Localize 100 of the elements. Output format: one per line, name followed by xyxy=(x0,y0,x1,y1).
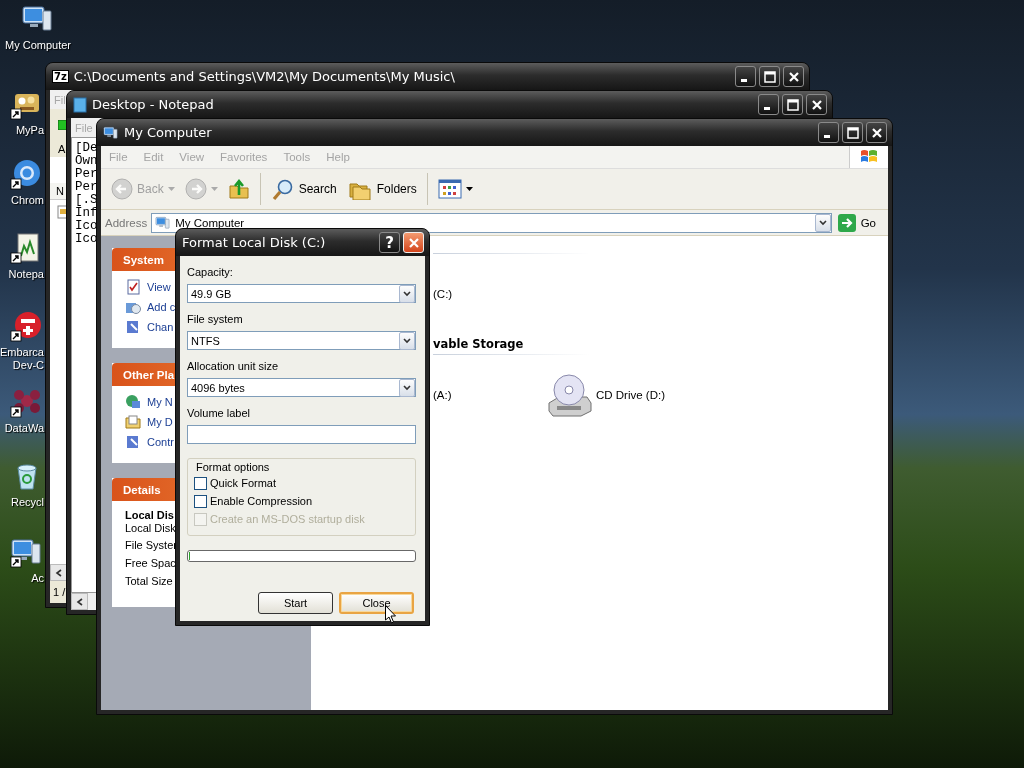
status-text: 1 / xyxy=(53,586,66,598)
detail-text: Total Size xyxy=(125,574,173,589)
help-button[interactable]: ? xyxy=(379,232,400,253)
computer-icon xyxy=(103,124,119,141)
field-label: Allocation unit size xyxy=(187,360,280,373)
scroll-left-button[interactable] xyxy=(71,593,88,610)
minimize-icon xyxy=(824,135,830,138)
drive-item[interactable]: (A:) xyxy=(433,389,545,401)
network-globe-icon xyxy=(125,394,141,410)
text-line: Per xyxy=(75,181,98,194)
maximize-icon xyxy=(762,69,777,84)
section-header: vable Storage xyxy=(433,338,525,351)
search-icon xyxy=(270,178,295,200)
text-field[interactable] xyxy=(187,425,416,444)
document-folder-icon xyxy=(125,414,141,430)
search-button[interactable]: Search xyxy=(266,176,341,202)
desktop-icon-label[interactable]: Recycl xyxy=(11,496,44,509)
detail-text: Free Spac xyxy=(125,556,176,571)
control-panel-icon xyxy=(125,434,141,450)
task-link[interactable]: My D xyxy=(125,412,173,432)
column-header-label: N xyxy=(56,185,64,197)
minimize-button[interactable] xyxy=(758,94,779,115)
chevron-down-icon xyxy=(817,218,828,227)
folders-button[interactable]: Folders xyxy=(342,176,421,202)
text-line: Per xyxy=(75,168,98,181)
text-line: Own xyxy=(75,155,98,168)
checkbox-label[interactable]: Quick Format xyxy=(210,477,276,489)
detail-heading: Local Dis xyxy=(125,509,174,521)
field-label: Capacity: xyxy=(187,266,234,279)
task-link[interactable]: Add c xyxy=(125,297,176,317)
dropdown-field[interactable]: 49.9 GB xyxy=(187,284,416,303)
maximize-button[interactable] xyxy=(842,122,863,143)
close-button[interactable] xyxy=(806,94,827,115)
close-icon xyxy=(869,125,884,140)
desktop-icon-label[interactable]: Ac xyxy=(31,572,44,585)
dropdown-button[interactable] xyxy=(814,213,831,232)
minimize-button[interactable] xyxy=(818,122,839,143)
text-line: Inf xyxy=(75,207,98,220)
text-line: [De xyxy=(75,142,98,155)
close-button[interactable] xyxy=(866,122,887,143)
group-label: Format options xyxy=(196,461,271,474)
address-label: A xyxy=(58,142,66,155)
close-icon xyxy=(786,69,801,84)
control-panel-icon xyxy=(125,319,141,335)
go-button[interactable]: Go xyxy=(835,213,884,232)
minimize-icon xyxy=(741,79,747,82)
view-grid-icon xyxy=(437,178,462,200)
drive-item[interactable]: CD Drive (D:) xyxy=(545,373,888,417)
checkbox-label[interactable]: Enable Compression xyxy=(210,495,313,507)
checkbox[interactable] xyxy=(194,476,207,490)
dialog-button[interactable]: Close xyxy=(339,592,414,614)
desktop-icon-label[interactable]: Chrom xyxy=(11,194,44,207)
column-header[interactable]: N xyxy=(50,183,66,200)
address-label: Address xyxy=(105,216,148,229)
checkbox[interactable] xyxy=(194,494,207,508)
drive-item[interactable]: (C:) xyxy=(433,288,545,300)
close-icon xyxy=(809,97,824,112)
caret-icon xyxy=(465,186,473,192)
dropdown-button[interactable] xyxy=(399,284,415,303)
dropdown-field[interactable]: NTFS xyxy=(187,331,416,350)
window-title: Format Local Disk (C:) xyxy=(182,235,327,250)
computer-icon[interactable] xyxy=(10,536,44,568)
address-field[interactable]: My Computer xyxy=(151,212,832,233)
minimize-button[interactable] xyxy=(735,66,756,87)
caret-icon xyxy=(167,186,175,192)
window-title: Desktop - Notepad xyxy=(92,97,215,112)
task-link[interactable]: My N xyxy=(125,392,173,412)
desktop-icon-label[interactable]: Notepa xyxy=(8,268,44,281)
cd-drive-icon xyxy=(545,373,593,417)
computer-icon xyxy=(155,214,172,231)
detail-text: Local Disk xyxy=(125,521,176,535)
dropdown-button[interactable] xyxy=(399,331,415,350)
minimize-icon xyxy=(764,107,770,110)
maximize-button[interactable] xyxy=(759,66,780,87)
window-title: C:\Documents and Settings\VM2\My Documents\My Music\ xyxy=(73,69,456,84)
field-label: File system xyxy=(187,313,244,326)
task-link[interactable]: Chan xyxy=(125,317,174,337)
dropdown-button[interactable] xyxy=(399,378,415,397)
close-icon xyxy=(406,235,421,250)
dialog-button[interactable]: Start xyxy=(258,592,333,614)
desktop-icon-label[interactable]: DataWa xyxy=(4,422,44,435)
dropdown-field[interactable]: 4096 bytes xyxy=(187,378,416,397)
folder-up-icon xyxy=(227,178,250,200)
maximize-button[interactable] xyxy=(782,94,803,115)
task-link[interactable]: View xyxy=(125,277,171,297)
desktop-icon-label[interactable]: Embarca Dev-C xyxy=(0,346,44,372)
app-badge: 7z xyxy=(52,70,69,83)
chevron-down-icon xyxy=(402,336,412,345)
maximize-icon xyxy=(845,125,860,140)
window-title: My Computer xyxy=(124,125,213,140)
task-link[interactable]: Contr xyxy=(125,432,174,452)
caret-icon xyxy=(210,186,218,192)
circle-logo-icon[interactable] xyxy=(10,310,44,342)
desktop-icon-label[interactable]: MyPa xyxy=(15,124,44,137)
chevron-down-icon xyxy=(402,383,412,392)
close-button[interactable] xyxy=(783,66,804,87)
desktop-icon-label[interactable]: My Computer xyxy=(5,39,71,52)
maximize-icon xyxy=(785,97,800,112)
field-label: Volume label xyxy=(187,407,251,420)
chevron-down-icon xyxy=(402,289,412,298)
